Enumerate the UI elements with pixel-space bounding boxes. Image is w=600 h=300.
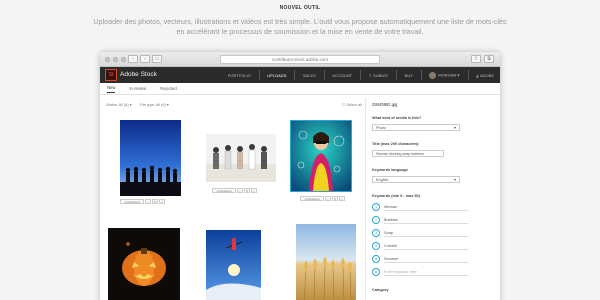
uploads-content: Status: All (6) ▾ File type: All (6) ▾ ☐… (100, 96, 500, 300)
keyword-index: 6 (372, 268, 380, 276)
info-icon[interactable]: i (145, 199, 151, 204)
close-dot[interactable] (105, 57, 110, 62)
file-name: 29045982.jpg (372, 102, 398, 107)
back-button[interactable]: ‹ (128, 55, 138, 63)
thumbnail-skier[interactable] (206, 230, 261, 300)
hero-description: Uploader des photos, vecteurs, illustrat… (93, 17, 507, 36)
browser-window: ‹ › ▭ contributor.stock.adobe.com ⇪ ⧉ St… (100, 52, 500, 300)
hero-label: NOUVEL OUTIL (279, 5, 321, 11)
upload-tabs: New In review Rejected (100, 83, 500, 95)
keyword-row: 5 Summer (372, 255, 472, 263)
thumbnail-woman-bubbles[interactable] (290, 120, 352, 192)
title-label: Title (max 200 characters) (372, 142, 419, 146)
status-chip: contributed (300, 196, 324, 201)
keyword-index: 1 (372, 203, 380, 211)
user-menu[interactable]: MORGAN ▾ (429, 71, 460, 79)
keyword-field[interactable]: Summer (384, 256, 468, 263)
nav-buy[interactable]: BUY (405, 73, 413, 78)
info-icon[interactable]: i (237, 188, 243, 193)
file-type-filter[interactable]: File type: All (6) ▾ (140, 102, 169, 107)
info-icon[interactable]: i (325, 196, 331, 201)
tab-in-review[interactable]: In review (129, 86, 146, 91)
nav-uploads[interactable]: UPLOADS (267, 73, 286, 78)
thumbnail-wheat[interactable] (296, 224, 356, 300)
keyword-field[interactable]: Colorful (384, 243, 468, 250)
keyword-row: 4 Colorful (372, 242, 472, 250)
media-type-label: What kind of media is this? (372, 116, 422, 120)
status-chip: contributed (120, 199, 144, 204)
pumpkin-icon (108, 228, 180, 300)
thumbnail-controls: contributed i ✎ × (300, 196, 345, 201)
chevron-down-icon: ▾ (453, 177, 456, 182)
nav-account[interactable]: ACCOUNT (332, 73, 352, 78)
tabs-icon[interactable]: ⧉ (484, 55, 494, 63)
nav-sales[interactable]: SALES (303, 73, 316, 78)
title-input[interactable]: Woman blowing soap bubbles (372, 150, 444, 157)
keyword-field[interactable]: Bubbles (384, 217, 468, 224)
keyword-field[interactable]: Woman (384, 204, 468, 211)
share-icon[interactable]: ⇪ (471, 55, 481, 63)
tab-new[interactable]: New (107, 85, 116, 93)
address-bar[interactable]: contributor.stock.adobe.com (220, 55, 380, 64)
chevron-down-icon: ▾ (453, 125, 456, 130)
select-all[interactable]: ☐ Select all (342, 102, 362, 107)
avatar (429, 71, 437, 79)
edit-icon[interactable]: ✎ (332, 196, 338, 201)
thumbnail-sunset-group[interactable] (120, 120, 181, 196)
delete-icon[interactable]: × (339, 196, 345, 201)
minimize-dot[interactable] (113, 57, 118, 62)
adobe-link[interactable]: ◭ Adobe (476, 73, 494, 78)
keyword-input[interactable]: Enter keyword here (384, 269, 468, 276)
keyword-index: 2 (372, 216, 380, 224)
keywords-label: Keywords (min 5 - max 50) (372, 194, 420, 198)
status-filter[interactable]: Status: All (6) ▾ (106, 102, 132, 107)
keyword-row: 1 Woman (372, 203, 472, 211)
edit-icon[interactable]: ✎ (244, 188, 250, 193)
thumbnail-controls: contributed i ✎ × (120, 199, 165, 204)
window-controls (105, 57, 126, 62)
tab-rejected[interactable]: Rejected (160, 86, 177, 91)
adobe-stock-logo[interactable]: St (105, 69, 117, 81)
keyword-row: 2 Bubbles (372, 216, 472, 224)
app-header: St Adobe Stock PORTFOLIO UPLOADS SALES A… (100, 67, 500, 83)
media-type-select[interactable]: Photo ▾ (372, 124, 460, 131)
category-label: Category (372, 288, 389, 292)
sidebar-icon[interactable]: ▭ (152, 55, 162, 63)
woman-bubbles-icon (291, 121, 351, 191)
nav-portfolio[interactable]: PORTFOLIO (228, 73, 251, 78)
keyword-row: 3 Soap (372, 229, 472, 237)
language-select[interactable]: English ▾ (372, 176, 460, 183)
wheat-icon (296, 224, 356, 300)
browser-chrome: ‹ › ▭ contributor.stock.adobe.com ⇪ ⧉ (100, 52, 500, 67)
keyword-index: 5 (372, 255, 380, 263)
people-silhouette-icon (120, 120, 181, 196)
forward-button[interactable]: › (140, 55, 150, 63)
keywords-language-label: Keywords language (372, 168, 408, 172)
brand-name: Adobe Stock (120, 71, 157, 78)
keyword-index: 4 (372, 242, 380, 250)
maximize-dot[interactable] (121, 57, 126, 62)
keyword-field[interactable]: Soap (384, 230, 468, 237)
nav-submit[interactable]: ⇧ SUBMIT (369, 73, 389, 78)
delete-icon[interactable]: × (251, 188, 257, 193)
top-navigation: PORTFOLIO UPLOADS SALES ACCOUNT ⇧ SUBMIT… (228, 67, 494, 83)
beach-people-icon (206, 134, 276, 182)
edit-icon[interactable]: ✎ (152, 199, 158, 204)
thumbnail-pumpkin[interactable] (108, 228, 180, 300)
keyword-row: 6 Enter keyword here (372, 268, 472, 276)
thumbnail-controls: contributed i ✎ × (212, 188, 257, 193)
delete-icon[interactable]: × (159, 199, 165, 204)
thumbnail-beach-people[interactable] (206, 134, 276, 182)
keyword-index: 3 (372, 229, 380, 237)
skier-icon (206, 230, 261, 300)
asset-details-panel: 29045982.jpg What kind of media is this?… (365, 98, 495, 300)
status-chip: contributed (212, 188, 236, 193)
